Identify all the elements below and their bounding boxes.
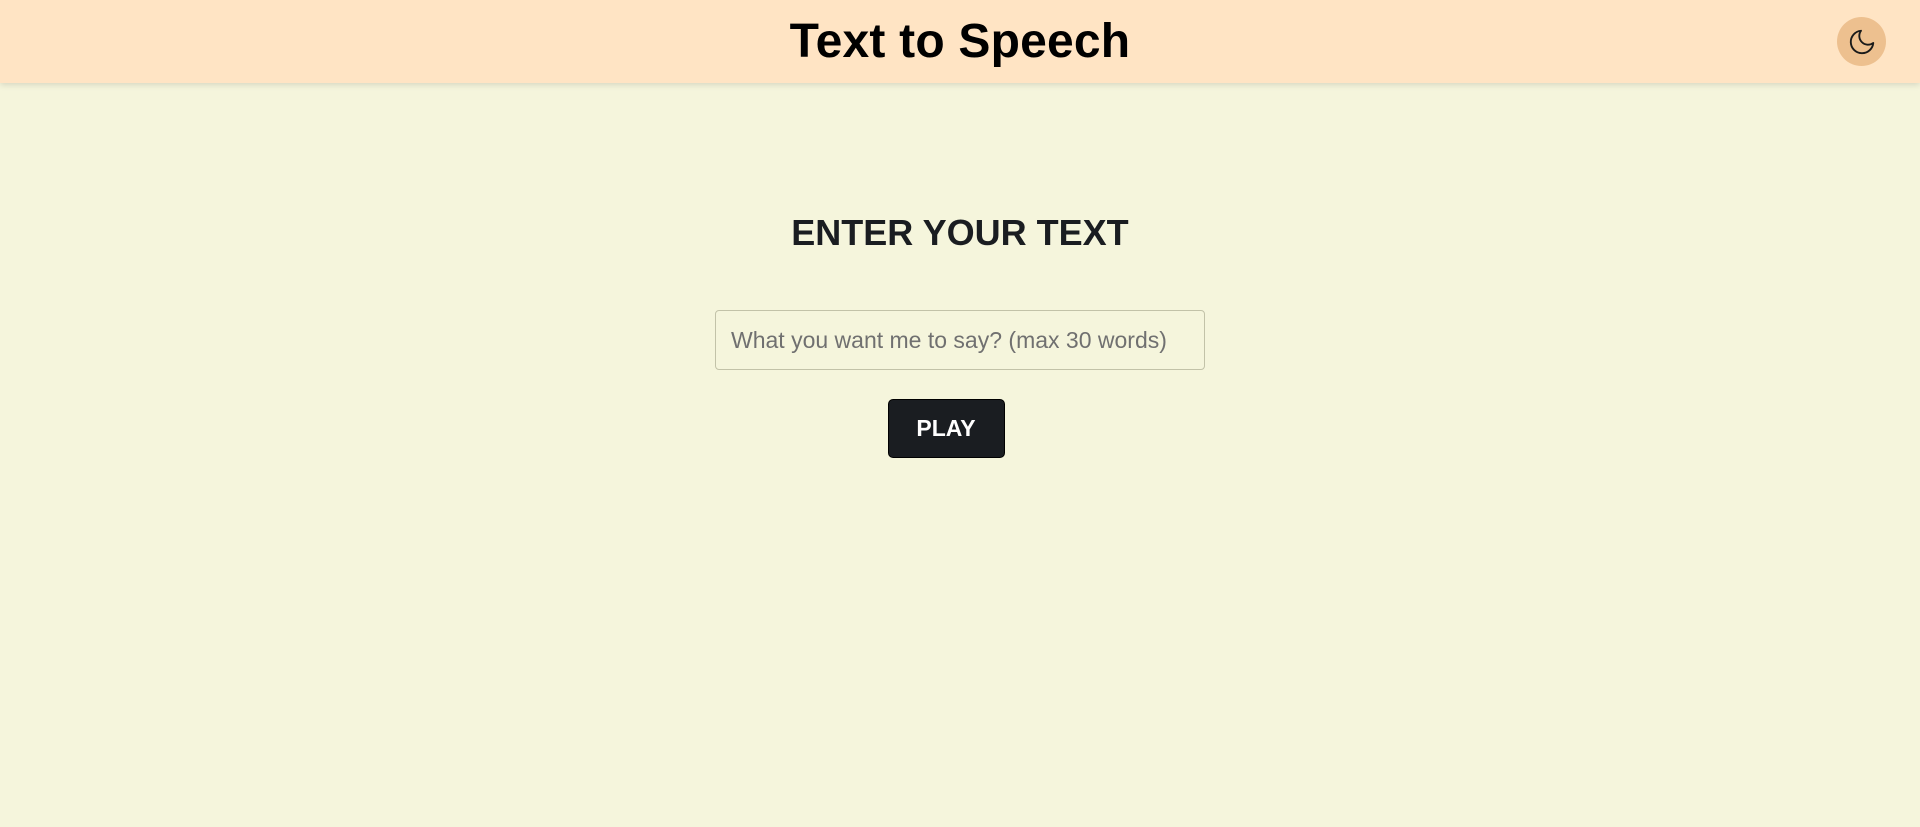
section-heading: ENTER YOUR TEXT [791, 212, 1129, 253]
play-button[interactable]: PLAY [887, 399, 1005, 458]
app-header: Text to Speech [0, 0, 1920, 83]
app-title: Text to Speech [789, 15, 1131, 68]
moon-icon [1847, 27, 1877, 57]
main-content: ENTER YOUR TEXT PLAY [0, 83, 1920, 827]
text-input[interactable] [715, 310, 1205, 370]
theme-toggle-button[interactable] [1837, 17, 1886, 66]
